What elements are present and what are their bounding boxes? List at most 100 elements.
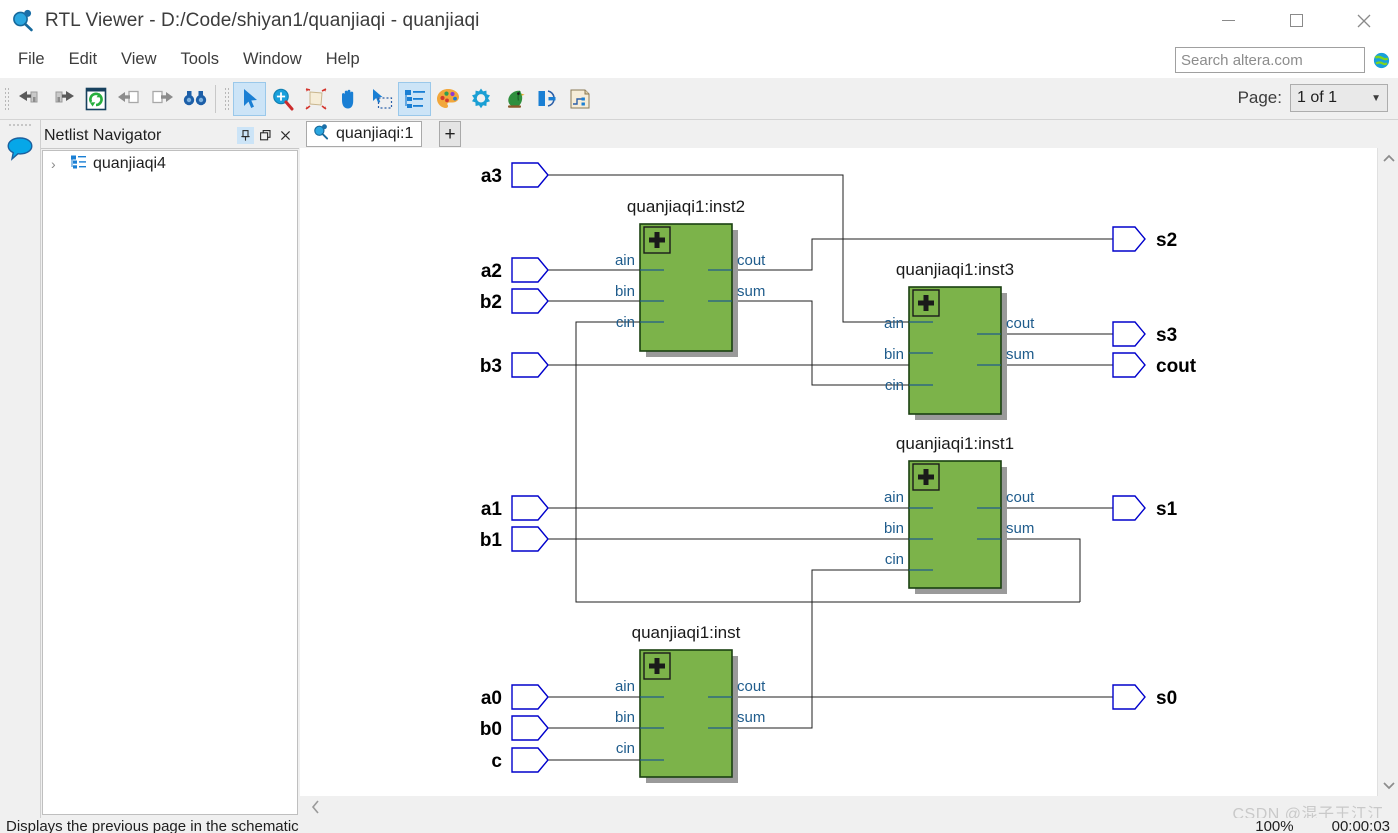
block-quanjiaqi1-inst[interactable]: quanjiaqi1:inst ain bin cin cout sum	[615, 623, 766, 783]
netlist-tree[interactable]: › quanjiaqi4	[42, 150, 298, 815]
rtl-viewer-window: RTL Viewer - D:/Code/shiyan1/quanjiaqi -…	[0, 0, 1398, 833]
port-a2[interactable]: a2	[481, 257, 549, 283]
port-b2[interactable]: b2	[480, 288, 549, 314]
rtl-viewer-magnifier-icon	[312, 123, 330, 146]
port-s0[interactable]: s0	[1112, 684, 1177, 710]
port-b3[interactable]: b3	[480, 352, 549, 378]
bus-highlight-icon[interactable]	[530, 82, 563, 116]
search-area	[1175, 47, 1390, 73]
port-label: a1	[481, 499, 503, 520]
close-button[interactable]	[1330, 0, 1398, 41]
pin-icon[interactable]	[237, 127, 254, 144]
restore-window-icon[interactable]	[257, 127, 274, 144]
dock-grip[interactable]	[8, 123, 32, 128]
maximize-button[interactable]	[1262, 0, 1330, 41]
next-page-icon[interactable]	[145, 82, 178, 116]
tree-item-label: quanjiaqi4	[93, 155, 166, 172]
status-message: Displays the previous page in the schema…	[6, 818, 299, 833]
menu-bar: File Edit View Tools Window Help	[0, 41, 1398, 78]
pin-label-sum: sum	[737, 709, 765, 726]
block-title: quanjiaqi1:inst	[632, 623, 741, 642]
toolbar-grip-1[interactable]	[3, 85, 10, 112]
block-title: quanjiaqi1:inst3	[896, 260, 1014, 279]
netlist-navigator-icon[interactable]	[398, 81, 431, 116]
scroll-left-button[interactable]	[306, 796, 326, 818]
pin-label-cin: cin	[885, 377, 904, 394]
previous-page-icon[interactable]	[112, 82, 145, 116]
vertical-scrollbar[interactable]	[1377, 148, 1398, 796]
port-b0[interactable]: b0	[480, 715, 549, 741]
page-control: Page: 1 of 1 ▼	[1238, 84, 1388, 112]
tab-label: quanjiaqi:1	[336, 125, 414, 142]
new-tab-button[interactable]: +	[439, 121, 461, 147]
chevron-down-icon: ▼	[1371, 92, 1381, 104]
globe-icon[interactable]	[1373, 52, 1390, 69]
tree-item-quanjiaqi4[interactable]: › quanjiaqi4	[43, 151, 297, 177]
find-binoculars-icon[interactable]	[178, 82, 211, 116]
schematic-diagram[interactable]: a3 a2 b2 b3 a1 b1 a0 b0 c s2 s3 cout s1 …	[300, 148, 1376, 796]
fit-in-window-icon[interactable]	[299, 82, 332, 116]
block-title: quanjiaqi1:inst1	[896, 434, 1014, 453]
pin-label-ain: ain	[615, 678, 635, 695]
hand-pan-icon[interactable]	[332, 82, 365, 116]
menu-edit[interactable]: Edit	[58, 47, 108, 72]
port-s3[interactable]: s3	[1112, 321, 1177, 347]
zoom-tool-icon[interactable]	[266, 82, 299, 116]
left-dock-strip	[0, 120, 41, 820]
minimize-button[interactable]	[1194, 0, 1262, 41]
menu-tools[interactable]: Tools	[170, 47, 231, 72]
area-select-icon[interactable]	[365, 82, 398, 116]
bird-probe-icon[interactable]	[497, 82, 530, 116]
scroll-down-button[interactable]	[1378, 775, 1398, 796]
port-c[interactable]: c	[491, 747, 549, 773]
forward-to-next-icon[interactable]	[46, 82, 79, 116]
port-label: s3	[1156, 325, 1177, 346]
search-input[interactable]	[1175, 47, 1365, 73]
refresh-icon[interactable]	[79, 82, 112, 116]
status-right-group: 100% 00:00:03	[1255, 818, 1390, 833]
tab-quanjiaqi-1[interactable]: quanjiaqi:1	[306, 121, 423, 147]
horizontal-scroll-row[interactable]	[300, 796, 1398, 818]
port-s1[interactable]: s1	[1112, 495, 1178, 521]
panel-header-buttons	[237, 127, 299, 144]
port-label: s0	[1156, 688, 1177, 709]
color-palette-icon[interactable]	[431, 82, 464, 116]
port-a3[interactable]: a3	[481, 162, 549, 188]
zoom-level: 100%	[1255, 818, 1294, 833]
page-select-value: 1 of 1	[1297, 89, 1338, 106]
close-icon[interactable]	[277, 127, 294, 144]
port-label: s2	[1156, 230, 1177, 251]
page-schematic-icon[interactable]	[563, 82, 596, 116]
wire-inst2-sum-to-inst3-cin	[732, 300, 909, 386]
port-label: a3	[481, 166, 502, 187]
panel-title: Netlist Navigator	[44, 126, 162, 144]
menu-help[interactable]: Help	[315, 47, 371, 72]
menu-file[interactable]: File	[7, 47, 56, 72]
gear-settings-icon[interactable]	[464, 82, 497, 116]
port-a0[interactable]: a0	[481, 684, 549, 710]
pin-label-ain: ain	[615, 252, 635, 269]
select-arrow-icon[interactable]	[233, 81, 266, 116]
port-cout[interactable]: cout	[1112, 352, 1197, 378]
toolbar-grip-2[interactable]	[223, 85, 230, 112]
pin-label-bin: bin	[884, 346, 904, 363]
schematic-canvas-area[interactable]: a3 a2 b2 b3 a1 b1 a0 b0 c s2 s3 cout s1 …	[300, 148, 1398, 796]
block-quanjiaqi1-inst3[interactable]: quanjiaqi1:inst3 ain bin cin cout sum	[884, 260, 1035, 420]
window-controls	[1194, 0, 1398, 41]
port-label: a2	[481, 261, 502, 282]
messages-bubble-icon[interactable]	[5, 134, 35, 164]
block-quanjiaqi1-inst2[interactable]: quanjiaqi1:inst2 ain bin cin cout sum	[615, 197, 766, 357]
scroll-up-button[interactable]	[1378, 148, 1398, 169]
rtl-viewer-magnifier-icon	[10, 8, 36, 34]
pin-label-ain: ain	[884, 315, 904, 332]
port-b1[interactable]: b1	[480, 526, 549, 552]
menu-window[interactable]: Window	[232, 47, 313, 72]
page-select[interactable]: 1 of 1 ▼	[1290, 84, 1388, 112]
back-to-previous-icon[interactable]	[13, 82, 46, 116]
port-label: b2	[480, 292, 502, 313]
pin-label-cout: cout	[1006, 315, 1035, 332]
menu-view[interactable]: View	[110, 47, 167, 72]
port-a1[interactable]: a1	[481, 495, 549, 521]
port-s2[interactable]: s2	[1112, 226, 1177, 252]
chevron-right-icon[interactable]: ›	[51, 156, 65, 172]
